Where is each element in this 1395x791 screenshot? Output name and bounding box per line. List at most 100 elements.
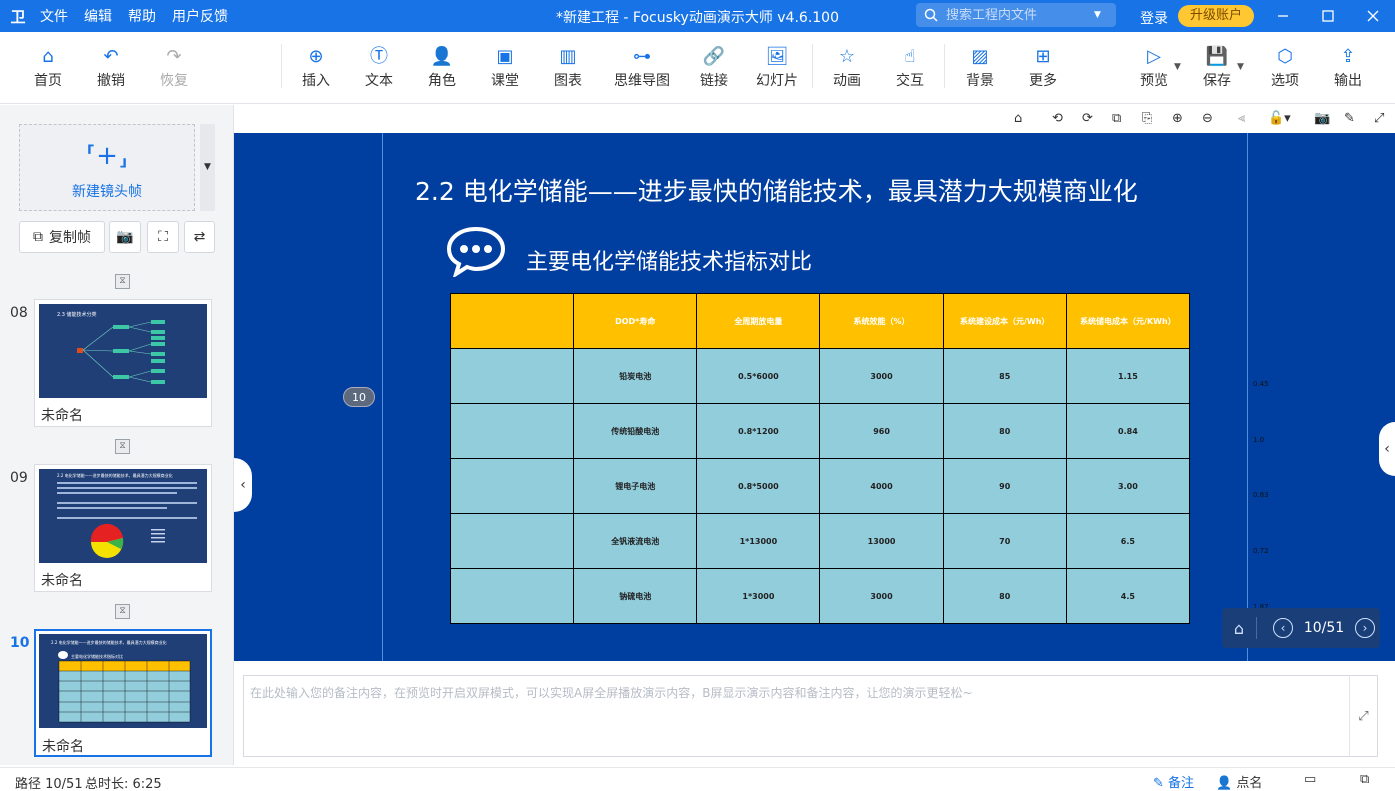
screenshot-button[interactable]: 📷 (109, 221, 141, 253)
slide-thumbnail-10[interactable]: 2.2 电化学储能——进步最快的储能技术，最具潜力大规模商业化 主要电化学储能技… (34, 629, 212, 757)
export-button[interactable]: ⇪ 输出 (1318, 46, 1378, 90)
search-input[interactable] (946, 7, 1086, 23)
chevron-left-icon: ‹ (1384, 441, 1390, 457)
zoom-in-icon[interactable]: ⊕ (1172, 111, 1183, 126)
paste-icon[interactable]: ⎘ (1142, 111, 1152, 126)
next-frame-icon[interactable]: › (1355, 618, 1375, 638)
transition-icon[interactable]: ⧖ (115, 274, 130, 289)
header-cell: 系统储电成本（元/KWh） (1065, 293, 1191, 349)
align-icon[interactable]: ⫷ (1238, 111, 1245, 126)
plus-circle-icon: ⊕ (308, 46, 324, 67)
copy-icon[interactable]: ⧉ (1112, 111, 1121, 126)
chat-bubble-icon (446, 226, 506, 277)
undo-icon: ↶ (103, 46, 119, 67)
home-button[interactable]: ⌂ 首页 (18, 46, 78, 90)
camera-icon[interactable]: 📷 (1314, 111, 1330, 126)
zoom-out-icon[interactable]: ⊖ (1202, 111, 1213, 126)
swap-button[interactable]: ⇄ (184, 221, 215, 253)
chart-button[interactable]: ▥ 图表 (538, 46, 598, 90)
mindmap-button[interactable]: ⊶ 思维导图 (606, 46, 678, 90)
search-icon (924, 8, 938, 22)
edit-icon[interactable]: ✎ (1344, 111, 1355, 126)
more-button[interactable]: ⊞ 更多 (1013, 46, 1073, 90)
options-button[interactable]: ⬡ 选项 (1255, 46, 1315, 90)
home-icon[interactable]: ⌂ (1222, 619, 1256, 638)
insert-button[interactable]: ⊕ 插入 (286, 46, 346, 90)
new-frame-dropdown[interactable]: ▼ (200, 124, 215, 211)
expand-notes-icon[interactable]: ⤢ (1349, 676, 1377, 756)
slide-title[interactable]: 2.2 电化学储能——进步最快的储能技术，最具潜力大规模商业化 (415, 172, 1138, 208)
fit-frame-button[interactable]: ⛶ (147, 221, 179, 253)
comparison-table[interactable]: DOD*寿命 全周期放电量 系统效能（%） 系统建设成本（元/Wh） 系统储电成… (449, 293, 1191, 624)
header-cell: 系统建设成本（元/Wh） (942, 293, 1067, 349)
prev-frame-icon[interactable]: ‹ (1273, 618, 1293, 638)
table-cell: 全钒液流电池 (573, 513, 698, 569)
roll-call-button[interactable]: 👤 点名 (1216, 772, 1262, 791)
background-button[interactable]: ▨ 背景 (950, 46, 1010, 90)
copy-frame-button[interactable]: ⧉ 复制帧 (19, 221, 105, 253)
preview-dropdown-icon[interactable]: ▼ (1174, 62, 1181, 72)
overflow-value: 1.0 (1253, 436, 1265, 444)
table-cell: 3000 (819, 348, 944, 404)
slide-subtitle[interactable]: 主要电化学储能技术指标对比 (526, 244, 812, 276)
menu-edit[interactable]: 编辑 (84, 6, 112, 26)
frame-number-badge[interactable]: 10 (343, 387, 375, 407)
save-dropdown-icon[interactable]: ▼ (1237, 62, 1244, 72)
redo-button[interactable]: ↷ 恢复 (144, 46, 204, 90)
transition-icon[interactable]: ⧖ (115, 439, 130, 454)
person-icon: 👤 (430, 46, 454, 67)
text-button[interactable]: Ⓣ 文本 (349, 46, 409, 90)
home-icon: ⌂ (42, 46, 54, 67)
dual-screen-icon[interactable]: ▭ (1304, 772, 1316, 787)
search-dropdown-icon[interactable]: ▼ (1094, 10, 1101, 20)
notes-input[interactable] (244, 676, 1348, 754)
role-button[interactable]: 👤 角色 (412, 46, 472, 90)
upgrade-button[interactable]: 升级账户 (1178, 5, 1254, 27)
lock-icon[interactable]: 🔓▾ (1268, 111, 1291, 126)
table-cell: 6.5 (1065, 513, 1191, 569)
login-link[interactable]: 登录 (1140, 8, 1168, 28)
menu-help[interactable]: 帮助 (128, 6, 156, 26)
table-cell (449, 513, 575, 569)
transition-icon[interactable]: ⧖ (115, 604, 130, 619)
notes-panel: ⤢ (243, 675, 1378, 757)
menu-feedback[interactable]: 用户反馈 (172, 6, 228, 26)
fullscreen-icon[interactable]: ⤢ (1374, 111, 1384, 126)
menu-file[interactable]: 文件 (40, 6, 68, 26)
copy-icon: ⧉ (33, 229, 43, 245)
notes-toggle[interactable]: ✎ 备注 (1153, 772, 1194, 791)
undo-button[interactable]: ↶ 撤销 (81, 46, 141, 90)
frame-guide-right (1247, 133, 1248, 661)
link-button[interactable]: 🔗 链接 (684, 46, 744, 90)
header-cell (449, 293, 575, 349)
expand-right-panel-button[interactable]: ‹ (1379, 422, 1395, 476)
table-cell (449, 348, 575, 404)
pager-divider (1256, 617, 1257, 639)
table-cell: 0.8*5000 (696, 458, 821, 514)
table-cell: 锂电子电池 (573, 458, 698, 514)
home-view-icon[interactable]: ⌂ (1014, 111, 1022, 126)
window-mode-icon[interactable]: ⧉ (1360, 772, 1369, 787)
minimize-icon[interactable] (1260, 0, 1306, 32)
maximize-icon[interactable] (1305, 0, 1351, 32)
slideshow-button[interactable]: 🖼 幻灯片 (747, 46, 807, 90)
slide-preview: 2.3 储能技术分类 (39, 304, 207, 398)
rotate-left-icon[interactable]: ⟲ (1052, 111, 1063, 126)
class-button[interactable]: ▣ 课堂 (475, 46, 535, 90)
swap-icon: ⇄ (193, 229, 206, 245)
animation-button[interactable]: ☆ 动画 (817, 46, 877, 90)
hand-pointer-icon: ☝ (904, 46, 916, 67)
table-cell (449, 568, 575, 624)
rotate-right-icon[interactable]: ⟳ (1082, 111, 1093, 126)
table-cell (449, 403, 575, 459)
new-frame-button[interactable]: ⸢+⸥ 新建镜头帧 (19, 124, 195, 211)
slide-thumbnail-09[interactable]: 2.2 电化学储能——进步最快的储能技术，最具潜力大规模商业化 未命名 (34, 464, 212, 592)
project-search[interactable]: ▼ (916, 3, 1116, 27)
editing-stage[interactable]: 2.2 电化学储能——进步最快的储能技术，最具潜力大规模商业化 主要电化学储能技… (234, 133, 1395, 661)
slide-thumbnail-08[interactable]: 2.3 储能技术分类 未命名 (34, 299, 212, 427)
slide-number: 09 (10, 470, 28, 486)
close-icon[interactable] (1350, 0, 1395, 32)
table-row: 锂电子电池 0.8*5000 4000 90 3.00 (449, 458, 1191, 514)
interact-button[interactable]: ☝ 交互 (880, 46, 940, 90)
app-window: 卫 文件 编辑 帮助 用户反馈 *新建工程 - Focusky动画演示大师 v4… (0, 0, 1395, 791)
